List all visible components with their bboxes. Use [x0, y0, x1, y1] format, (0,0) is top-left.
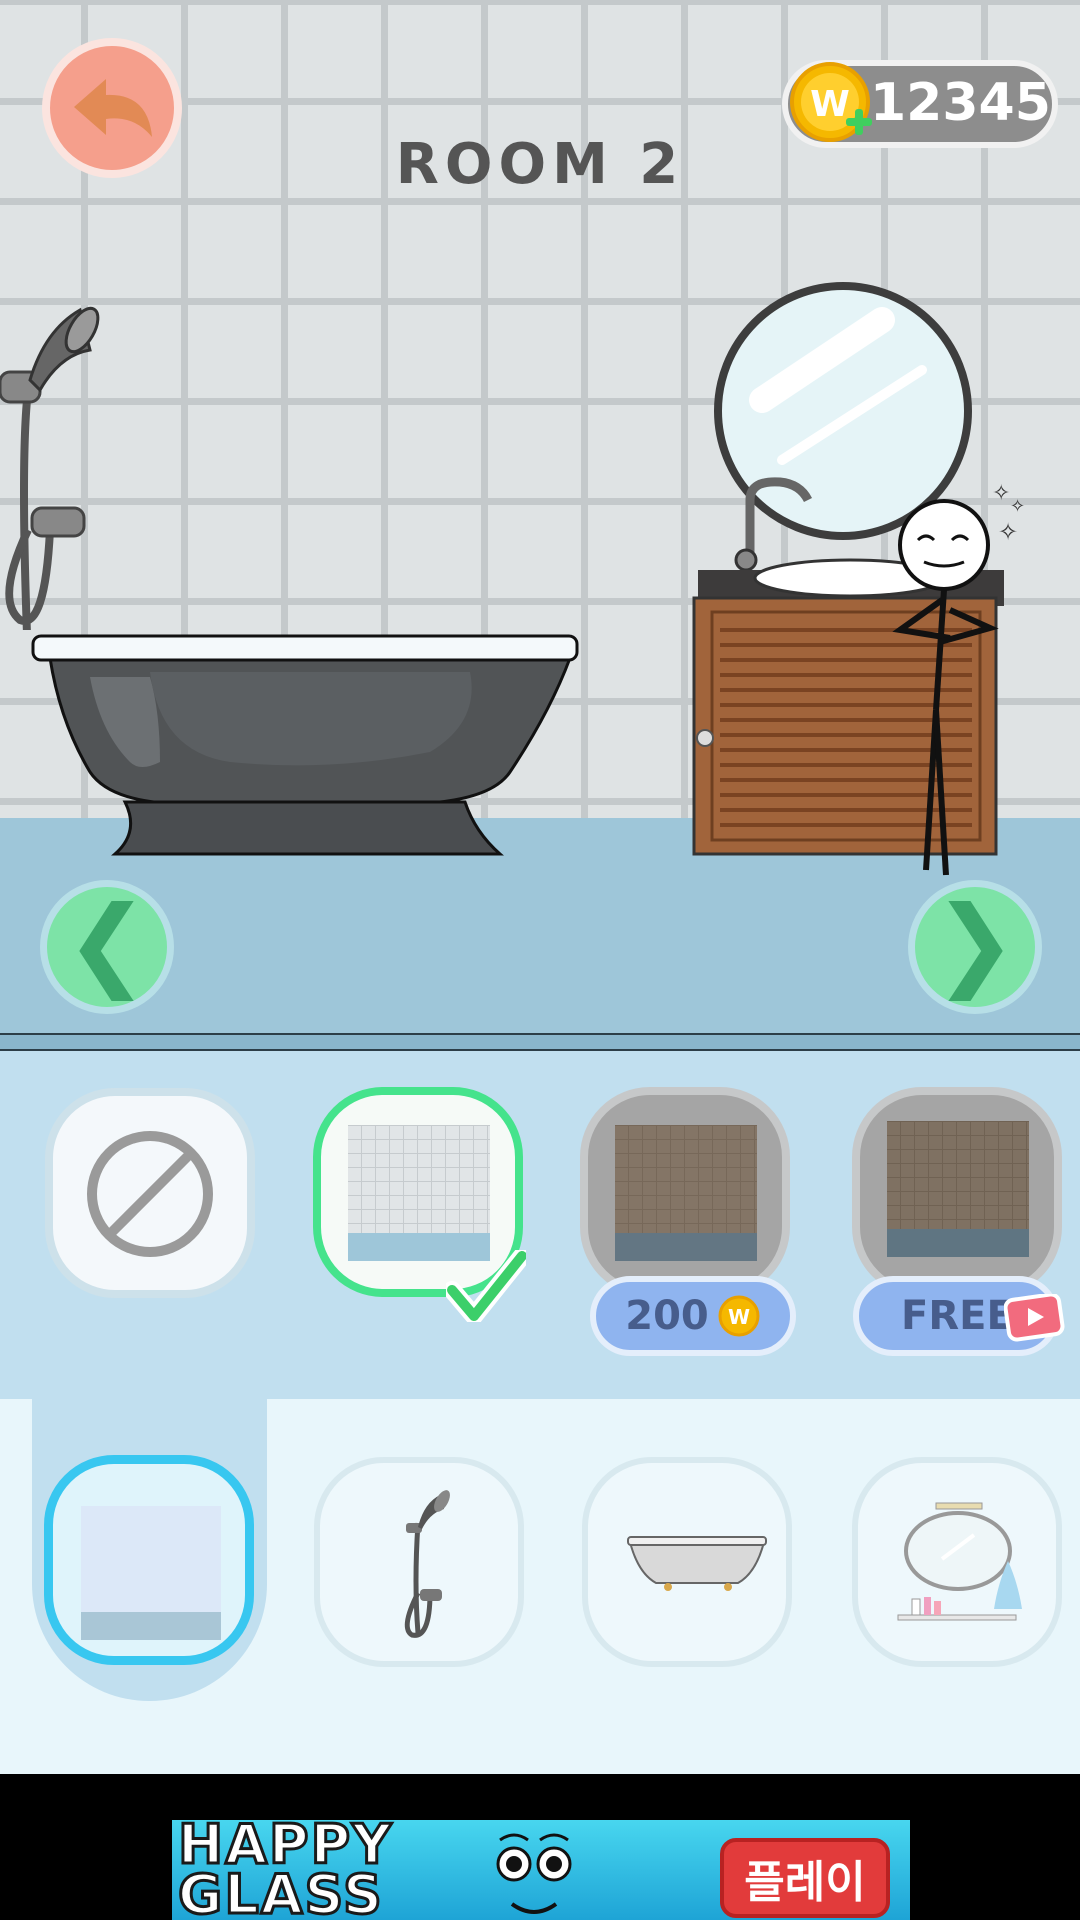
price-label: FREE: [901, 1293, 1014, 1339]
tab-shower[interactable]: [314, 1457, 524, 1667]
wall-tab-icon: [81, 1506, 221, 1640]
dark-tile-swatch: [887, 1121, 1029, 1257]
wall-shower-graphic: [0, 306, 100, 630]
shower-icon: [404, 1490, 450, 1638]
panel-divider: [0, 1033, 1080, 1051]
coin-icon[interactable]: W: [790, 62, 874, 146]
svg-text:W: W: [728, 1305, 750, 1329]
ad-title: HAPPY GLASS: [176, 1820, 393, 1920]
ad-mascot-face: [496, 1833, 572, 1914]
none-icon: [87, 1131, 213, 1257]
ad-play-button[interactable]: 플레이: [720, 1838, 890, 1918]
tab-bathtub[interactable]: [582, 1457, 792, 1667]
room-title: ROOM 2: [395, 132, 685, 197]
option-none[interactable]: [45, 1088, 255, 1298]
svg-text:W: W: [810, 84, 850, 125]
tab-wall[interactable]: [44, 1455, 254, 1665]
bathtub-icon: [627, 1536, 767, 1591]
coin-balance: 12345: [870, 73, 1051, 133]
previous-item-button[interactable]: ❮: [40, 880, 174, 1014]
price-200-button[interactable]: 200 W: [590, 1276, 796, 1356]
sparkle-icon: ✧: [992, 481, 1010, 506]
ad-banner[interactable]: HAPPY GLASS 플레이: [172, 1820, 910, 1920]
ad-title-line2: GLASS: [176, 1863, 384, 1920]
option-brown-tiles[interactable]: [580, 1087, 790, 1297]
tab-vanity[interactable]: [852, 1457, 1062, 1667]
bathtub-graphic: [31, 634, 579, 856]
vanity-mirror-icon: [897, 1502, 1022, 1621]
option-dark-tiles[interactable]: [852, 1087, 1062, 1297]
brown-tile-swatch: [615, 1125, 757, 1261]
coin-icon: W: [718, 1295, 760, 1337]
light-tile-swatch: [348, 1125, 490, 1261]
back-arrow-icon: [74, 79, 152, 137]
chevron-right-icon: ❯: [933, 884, 1017, 1001]
checkmark-icon: [446, 1250, 526, 1322]
svg-text:✧: ✧: [1010, 496, 1025, 517]
video-play-icon: [1004, 1294, 1065, 1342]
svg-text:✧: ✧: [998, 518, 1018, 546]
stickman-character: ✧ ✧ ✧: [892, 481, 1025, 876]
next-item-button[interactable]: ❯: [908, 880, 1042, 1014]
chevron-left-icon: ❮: [65, 884, 149, 1001]
back-button[interactable]: [42, 38, 182, 178]
price-label: 200: [625, 1293, 709, 1339]
